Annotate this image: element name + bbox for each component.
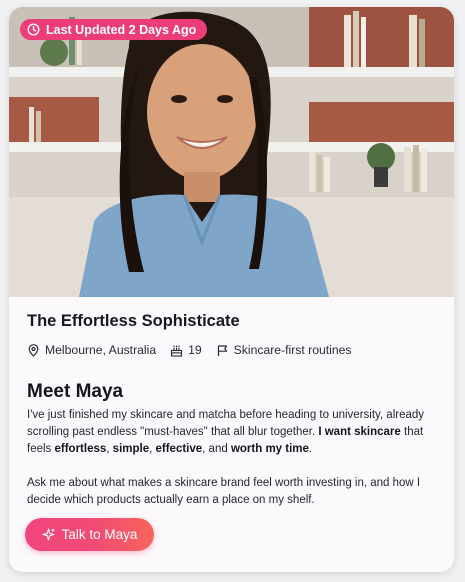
talk-button-label: Talk to Maya [61, 527, 138, 542]
meta-location: Melbourne, Australia [27, 343, 156, 357]
intro-paragraph: I've just finished my skincare and match… [27, 407, 431, 458]
persona-card: Last Updated 2 Days Ago The Effortless S… [9, 7, 454, 572]
intro-emphasis: effortless [54, 443, 107, 455]
intro-heading: Meet Maya [27, 381, 124, 402]
intro-text: . [308, 443, 313, 455]
persona-photo: Last Updated 2 Days Ago [9, 7, 454, 297]
age-text: 19 [188, 343, 202, 357]
intro-text: , and [202, 443, 231, 455]
clock-icon [27, 23, 40, 36]
talk-to-maya-button[interactable]: Talk to Maya [25, 518, 154, 551]
meta-focus: Skincare-first routines [216, 343, 352, 357]
cake-icon [170, 344, 183, 357]
focus-text: Skincare-first routines [233, 343, 352, 357]
intro-emphasis: worth my time [230, 443, 309, 455]
flag-icon [216, 344, 229, 357]
persona-meta: Melbourne, Australia 19 Skincare-first r… [27, 343, 444, 357]
meta-age: 19 [170, 343, 202, 357]
last-updated-label: Last Updated 2 Days Ago [46, 22, 197, 37]
last-updated-badge: Last Updated 2 Days Ago [20, 19, 208, 40]
intro-emphasis: I want skincare [318, 426, 401, 438]
intro-emphasis: simple [112, 443, 150, 455]
ask-paragraph: Ask me about what makes a skincare brand… [27, 477, 421, 506]
intro-emphasis: effective [155, 443, 203, 455]
location-text: Melbourne, Australia [45, 343, 157, 357]
persona-title: The Effortless Sophisticate [27, 312, 240, 330]
sparkle-icon [42, 528, 55, 541]
map-pin-icon [27, 343, 40, 357]
